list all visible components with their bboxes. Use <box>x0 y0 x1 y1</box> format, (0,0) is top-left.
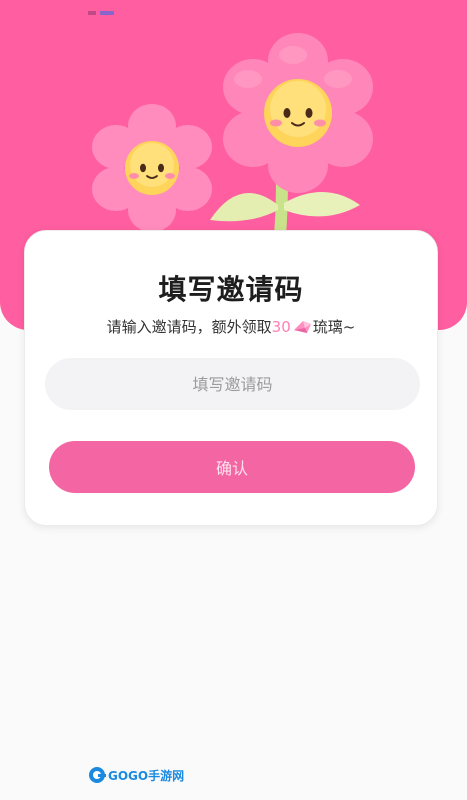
gem-icon <box>291 319 313 339</box>
watermark-logo-icon <box>89 767 106 783</box>
flowers-illustration <box>92 33 373 245</box>
confirm-button[interactable]: 确认 <box>49 441 415 493</box>
invite-code-input[interactable] <box>45 358 420 410</box>
dialog-subtitle: 请输入邀请码，额外领取30 琉璃~ <box>25 316 437 339</box>
dialog-title: 填写邀请码 <box>158 273 304 306</box>
invite-code-dialog: 填写邀请码 请输入邀请码，额外领取30 琉璃~ 确认 <box>24 230 438 526</box>
status-indicator <box>88 0 118 15</box>
reward-unit: 琉璃~ <box>312 318 356 336</box>
subtitle-prefix: 请输入邀请码，额外领取 <box>106 318 272 336</box>
watermark: GOGO手游网 <box>88 766 184 784</box>
watermark-text: GOGO手游网 <box>108 768 185 783</box>
reward-amount: 30 <box>271 318 291 336</box>
